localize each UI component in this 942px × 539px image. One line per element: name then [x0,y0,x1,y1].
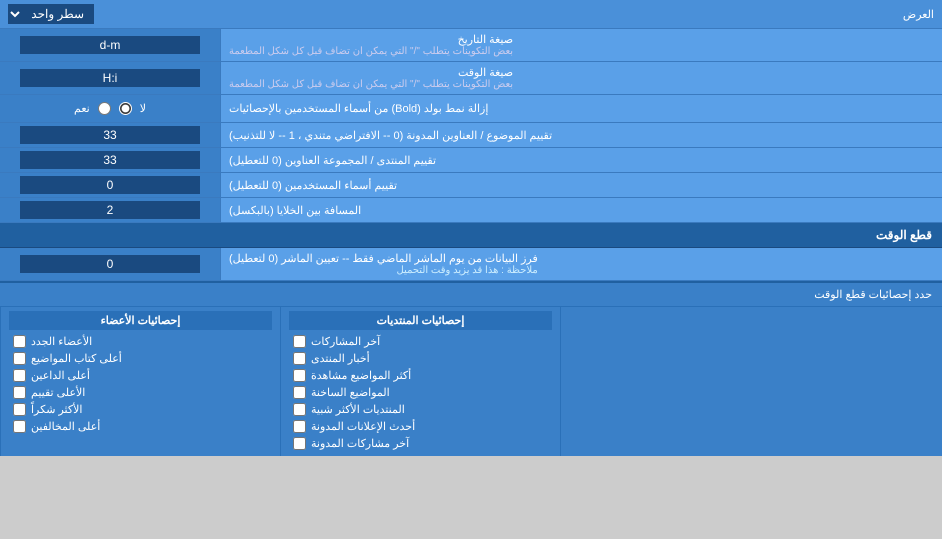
cb-top-inviters: أعلى الداعين [9,367,272,384]
bold-remove-label: إزالة نمط بولد (Bold) من أسماء المستخدمي… [220,95,942,122]
cb-new-members: الأعضاء الجدد [9,333,272,350]
radio-yes-label: نعم [74,102,90,115]
topic-sort-label: تقييم الموضوع / العناوين المدونة (0 -- ا… [220,123,942,147]
stats-col-members-header: إحصائيات الأعضاء [9,311,272,330]
cb-top-inviters-input[interactable] [13,369,26,382]
cb-top-rated-input[interactable] [13,386,26,399]
stats-columns: إحصائيات المنتديات آخر المشاركات أخبار ا… [0,307,942,456]
stats-section: حدد إحصائيات قطع الوقت إحصائيات المنتديا… [0,281,942,456]
cb-most-viewed: أكثر المواضيع مشاهدة [289,367,552,384]
bold-remove-row: إزالة نمط بولد (Bold) من أسماء المستخدمي… [0,95,942,123]
forum-sort-row: تقييم المنتدى / المجموعة العناوين (0 للت… [0,148,942,173]
cb-top-violators-input[interactable] [13,420,26,433]
cb-hot-topics-input[interactable] [293,386,306,399]
cb-last-posts: آخر المشاركات [289,333,552,350]
cell-padding-control [0,198,220,222]
cb-hot-topics: المواضيع الساخنة [289,384,552,401]
time-format-control [0,62,220,94]
cell-padding-input[interactable] [20,201,200,219]
cb-last-posts-input[interactable] [293,335,306,348]
top-row: العرض سطر واحد سطرين ثلاثة أسطر [0,0,942,29]
top-label: العرض [94,8,934,21]
stats-header-label: حدد إحصائيات قطع الوقت [10,288,932,301]
cutoff-row: فرز البيانات من يوم الماشر الماضي فقط --… [0,248,942,281]
display-select[interactable]: سطر واحد سطرين ثلاثة أسطر [8,4,94,24]
stats-empty-col [560,307,942,456]
cell-padding-row: المسافة بين الخلايا (بالبكسل) [0,198,942,223]
time-format-label: صيغة الوقت بعض التكوينات يتطلب "/" التي … [220,62,942,94]
stats-col-forums-header: إحصائيات المنتديات [289,311,552,330]
date-format-control [0,29,220,61]
forum-sort-label: تقييم المنتدى / المجموعة العناوين (0 للت… [220,148,942,172]
cutoff-input[interactable] [20,255,200,273]
cb-last-blog-posts: آخر مشاركات المدونة [289,435,552,452]
bold-radio-group: نعم لا [64,98,156,119]
topic-sort-control [0,123,220,147]
date-format-input[interactable] [20,36,200,54]
cb-most-similar-input[interactable] [293,403,306,416]
cb-last-blog-posts-input[interactable] [293,437,306,450]
bold-remove-control: نعم لا [0,95,220,122]
stats-col-forums: إحصائيات المنتديات آخر المشاركات أخبار ا… [280,307,560,456]
topic-sort-row: تقييم الموضوع / العناوين المدونة (0 -- ا… [0,123,942,148]
cb-most-thanks-input[interactable] [13,403,26,416]
cb-latest-ads-input[interactable] [293,420,306,433]
date-format-row: صيغة التاريخ بعض التكوينات يتطلب "/" الت… [0,29,942,62]
cb-most-viewed-input[interactable] [293,369,306,382]
stats-col-members: إحصائيات الأعضاء الأعضاء الجدد أعلى كتاب… [0,307,280,456]
cb-top-posters: أعلى كتاب المواضيع [9,350,272,367]
cb-new-members-input[interactable] [13,335,26,348]
time-format-input[interactable] [20,69,200,87]
cb-forum-news: أخبار المنتدى [289,350,552,367]
radio-no[interactable] [119,102,132,115]
topic-sort-input[interactable] [20,126,200,144]
cell-padding-label: المسافة بين الخلايا (بالبكسل) [220,198,942,222]
user-sort-label: تقييم أسماء المستخدمين (0 للتعطيل) [220,173,942,197]
cb-most-thanks: الأكثر شكراً [9,401,272,418]
user-sort-row: تقييم أسماء المستخدمين (0 للتعطيل) [0,173,942,198]
forum-sort-control [0,148,220,172]
cb-top-posters-input[interactable] [13,352,26,365]
radio-yes[interactable] [98,102,111,115]
radio-no-label: لا [140,102,146,115]
time-format-row: صيغة الوقت بعض التكوينات يتطلب "/" التي … [0,62,942,95]
cb-latest-ads: أحدث الإعلانات المدونة [289,418,552,435]
cutoff-control [0,248,220,280]
user-sort-input[interactable] [20,176,200,194]
cutoff-label: فرز البيانات من يوم الماشر الماضي فقط --… [220,248,942,280]
cb-forum-news-input[interactable] [293,352,306,365]
cb-top-rated: الأعلى تقييم [9,384,272,401]
forum-sort-input[interactable] [20,151,200,169]
stats-header-row: حدد إحصائيات قطع الوقت [0,283,942,307]
user-sort-control [0,173,220,197]
cb-top-violators: أعلى المخالفين [9,418,272,435]
cb-most-similar: المنتديات الأكثر شبية [289,401,552,418]
cutoff-section-header: قطع الوقت [0,223,942,248]
top-control: سطر واحد سطرين ثلاثة أسطر [8,4,94,24]
date-format-label: صيغة التاريخ بعض التكوينات يتطلب "/" الت… [220,29,942,61]
